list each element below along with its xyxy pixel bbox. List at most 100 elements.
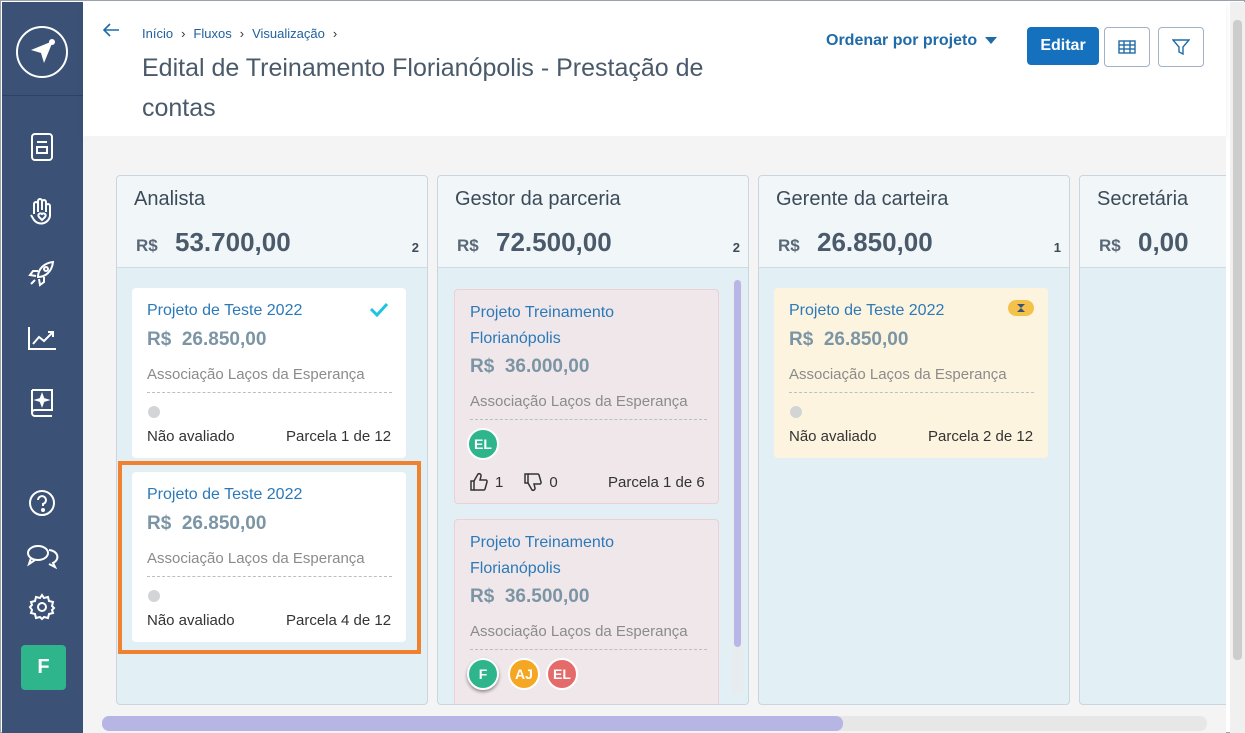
card-value: R$ 26.850,00 [789, 329, 908, 351]
status-dot [790, 406, 802, 418]
column-count: 2 [732, 240, 740, 255]
caret-down-icon [985, 37, 998, 44]
book-sparkle-icon[interactable] [24, 384, 60, 420]
page-header: Início › Fluxos › Visualização › Edital … [83, 2, 1226, 136]
project-card[interactable]: Projeto Treinamento Florianópolis R$ 36.5… [454, 519, 719, 704]
edit-button[interactable]: Editar [1027, 27, 1099, 65]
column-header: Analista R$ 53.700,00 2 [117, 176, 427, 268]
back-arrow-icon[interactable] [101, 22, 121, 43]
user-avatar[interactable]: F [21, 645, 66, 690]
column-gerente-da-carteira: Gerente da carteira R$ 26.850,00 1 Proje… [758, 175, 1070, 705]
column-total: 26.850,00 [817, 227, 933, 257]
project-card[interactable]: Projeto de Teste 2022 R$ 26.850,00 Assoc… [132, 288, 406, 458]
column-total: 0,00 [1138, 227, 1189, 257]
card-title-line2: Florianópolis [470, 560, 561, 577]
column-count: 1 [1053, 240, 1061, 255]
avatar-chip[interactable]: EL [467, 428, 499, 460]
breadcrumb-item-inicio[interactable]: Início [142, 26, 173, 41]
column-header: Gerente da carteira R$ 26.850,00 1 [759, 176, 1069, 268]
card-currency: R$ [470, 586, 495, 607]
card-organization: Associação Laços da Esperança [470, 623, 688, 640]
column-total: 53.700,00 [175, 227, 291, 257]
column-title: Gerente da carteira [776, 188, 949, 210]
breadcrumb-separator-icon: › [239, 26, 245, 41]
trend-chart-icon[interactable] [24, 320, 60, 356]
column-header: Secretária R$ 0,00 [1080, 176, 1226, 268]
column-gestor-da-parceria: Gestor da parceria R$ 72.500,00 2 Projet… [437, 175, 749, 705]
column-count: 2 [411, 240, 419, 255]
sidebar-divider [2, 95, 83, 96]
breadcrumb-separator-icon: › [181, 26, 186, 41]
filter-icon [1172, 39, 1190, 56]
document-icon[interactable] [24, 129, 60, 165]
board-scrollbar-thumb[interactable] [102, 716, 843, 731]
card-parcela: Parcela 1 de 12 [286, 428, 392, 445]
card-organization: Associação Laços da Esperança [470, 393, 688, 410]
card-amount: 26.850,00 [823, 329, 909, 350]
sort-dropdown-label: Ordenar por projeto [826, 32, 978, 49]
card-parcela: Parcela 1 de 6 [608, 474, 705, 491]
card-title[interactable]: Projeto de Teste 2022 [147, 298, 302, 324]
card-title-line2: Florianópolis [470, 330, 561, 347]
card-status: Não avaliado [789, 428, 877, 445]
card-value: R$ 26.850,00 [147, 329, 266, 351]
avatar-chip[interactable]: EL [546, 658, 578, 690]
card-divider [147, 392, 392, 393]
card-divider [789, 392, 1034, 393]
project-card[interactable]: Projeto Treinamento Florianópolis R$ 36.0… [454, 289, 719, 504]
logo-icon[interactable] [16, 26, 68, 78]
breadcrumb-separator-icon: › [332, 26, 338, 41]
card-parcela: Parcela 2 de 12 [928, 428, 1034, 445]
table-icon [1118, 40, 1136, 54]
heart-hand-icon[interactable] [24, 194, 60, 230]
breadcrumb-item-fluxos[interactable]: Fluxos [193, 26, 231, 41]
column-total: 72.500,00 [496, 227, 612, 257]
avatar-chip[interactable]: F [467, 658, 499, 690]
dislikes-count: 0 [549, 473, 558, 491]
thumbs-down-icon[interactable] [523, 472, 543, 492]
card-currency: R$ [789, 329, 814, 350]
check-icon [369, 302, 389, 317]
page-scrollbar-thumb[interactable] [1233, 20, 1242, 660]
help-icon[interactable] [24, 485, 60, 521]
card-amount: 26.850,00 [181, 329, 267, 350]
card-divider [470, 419, 707, 420]
breadcrumb-item-visualizacao[interactable]: Visualização [252, 26, 325, 41]
column-currency: R$ [1099, 236, 1121, 255]
column-scrollbar-thumb[interactable] [734, 280, 741, 647]
gear-icon[interactable] [24, 589, 60, 625]
card-currency: R$ [147, 329, 172, 350]
card-organization: Associação Laços da Esperança [789, 366, 1007, 383]
column-currency: R$ [778, 236, 800, 255]
card-value: R$ 36.000,00 [470, 356, 589, 378]
column-title: Analista [134, 188, 206, 210]
app-window: F Início › Fluxos › Visualização › Edita… [0, 0, 1245, 733]
column-currency: R$ [457, 236, 479, 255]
card-amount: 36.500,00 [504, 586, 590, 607]
column-title: Gestor da parceria [455, 188, 621, 210]
chat-icon[interactable] [24, 538, 60, 574]
avatar-chip[interactable]: AJ [508, 658, 540, 690]
card-title[interactable]: Projeto Treinamento Florianópolis [470, 300, 614, 352]
column-secretaria: Secretária R$ 0,00 [1079, 175, 1226, 705]
page-scrollbar[interactable] [1230, 2, 1245, 733]
selection-highlight [118, 461, 421, 654]
card-amount: 36.000,00 [504, 356, 590, 377]
filter-button[interactable] [1158, 27, 1204, 67]
column-header: Gestor da parceria R$ 72.500,00 2 [438, 176, 748, 268]
table-view-button[interactable] [1104, 27, 1150, 67]
sort-dropdown[interactable]: Ordenar por projeto [826, 32, 998, 50]
page-title: Edital de Treinamento Florianópolis - Pr… [142, 54, 704, 122]
card-status: Não avaliado [147, 428, 235, 445]
project-card[interactable]: Projeto de Teste 2022 R$ 26.850,00 Assoc… [774, 288, 1048, 458]
card-title[interactable]: Projeto Treinamento Florianópolis [470, 530, 614, 582]
rocket-icon[interactable] [24, 255, 60, 291]
card-title[interactable]: Projeto de Teste 2022 [789, 298, 944, 324]
card-divider [470, 649, 707, 650]
hourglass-icon [1008, 300, 1034, 316]
card-title-line1: Projeto Treinamento [470, 534, 615, 551]
column-currency: R$ [136, 236, 158, 255]
column-title: Secretária [1097, 188, 1189, 210]
thumbs-up-icon[interactable] [469, 472, 489, 492]
card-organization: Associação Laços da Esperança [147, 366, 365, 383]
